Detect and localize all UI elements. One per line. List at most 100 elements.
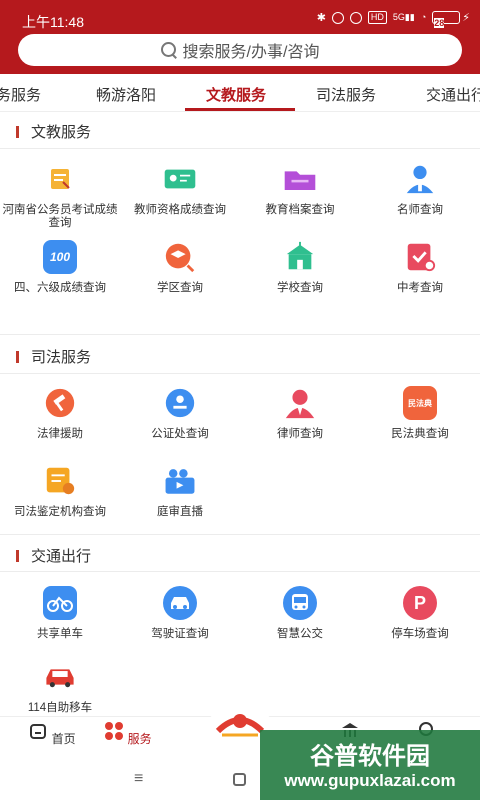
search-bar[interactable]: 搜索服务/办事/咨询 bbox=[18, 34, 462, 66]
service-trial-live[interactable]: 庭审直播 bbox=[120, 464, 240, 519]
service-label: 114自助移车 bbox=[27, 702, 93, 714]
service-label: 中考查询 bbox=[397, 282, 443, 294]
bluetooth-icon: ✱ bbox=[316, 12, 326, 24]
charging-icon: ⚡ bbox=[462, 12, 470, 24]
notary-search-icon bbox=[163, 386, 197, 420]
mute-icon bbox=[331, 11, 344, 24]
nav-label: 服务 bbox=[127, 732, 152, 746]
tab-gov-service[interactable]: 务服务 bbox=[0, 84, 41, 105]
service-label: 河南省公务员考试成绩查询 bbox=[2, 204, 118, 229]
service-label: 学校查询 bbox=[277, 282, 323, 294]
gavel-icon bbox=[43, 386, 77, 420]
section-bar bbox=[16, 350, 19, 363]
civil-code-book-icon: 民法典 bbox=[403, 386, 437, 420]
service-label: 共享单车 bbox=[37, 628, 83, 640]
folder-icon bbox=[283, 162, 317, 196]
tab-tour-luoyang[interactable]: 畅游洛阳 bbox=[96, 84, 156, 105]
service-legal-aid[interactable]: 法律援助 bbox=[0, 386, 120, 441]
service-label: 法律援助 bbox=[37, 428, 83, 440]
home-icon bbox=[30, 724, 47, 739]
battery-level: 28 bbox=[434, 18, 445, 28]
section-title-culture: 文教服务 bbox=[16, 121, 91, 142]
service-label: 智慧公交 bbox=[277, 628, 323, 640]
service-notary[interactable]: 公证处查询 bbox=[120, 386, 240, 441]
teacher-cert-icon bbox=[163, 162, 197, 196]
service-parking[interactable]: P 停车场查询 bbox=[360, 586, 480, 641]
service-label: 四、六级成绩查询 bbox=[14, 282, 106, 294]
teacher-person-icon bbox=[403, 162, 437, 196]
service-label: 公证处查询 bbox=[151, 428, 209, 440]
service-label: 庭审直播 bbox=[157, 506, 203, 518]
service-smart-bus[interactable]: 智慧公交 bbox=[240, 586, 360, 641]
nav-services[interactable]: 服务 bbox=[98, 721, 158, 747]
divider bbox=[0, 148, 480, 149]
service-label: 律师查询 bbox=[277, 428, 323, 440]
divider bbox=[0, 571, 480, 572]
section-title-text: 司法服务 bbox=[31, 349, 92, 366]
exam-check-icon bbox=[403, 240, 437, 274]
service-label: 学区查询 bbox=[157, 282, 203, 294]
watermark: 谷普软件园 www.gupuxlazai.com bbox=[260, 730, 480, 800]
graduation-search-icon bbox=[163, 240, 197, 274]
bicycle-icon bbox=[43, 586, 77, 620]
service-edu-archive[interactable]: 教育档案查询 bbox=[240, 162, 360, 217]
service-shared-bike[interactable]: 共享单车 bbox=[0, 586, 120, 641]
service-exam-score[interactable]: 河南省公务员考试成绩查询 bbox=[0, 162, 120, 230]
service-school[interactable]: 学校查询 bbox=[240, 240, 360, 295]
service-driver-license[interactable]: 驾驶证查询 bbox=[120, 586, 240, 641]
service-school-district[interactable]: 学区查询 bbox=[120, 240, 240, 295]
service-civil-code[interactable]: 民法典 民法典查询 bbox=[360, 386, 480, 441]
divider bbox=[0, 373, 480, 374]
service-tow-car[interactable]: 114自助移车 bbox=[0, 660, 120, 715]
service-cet[interactable]: 100 四、六级成绩查询 bbox=[0, 240, 120, 295]
service-label: 民法典查询 bbox=[391, 428, 449, 440]
parking-icon: P bbox=[403, 586, 437, 620]
menu-icon[interactable]: ≡ bbox=[134, 770, 143, 788]
search-placeholder: 搜索服务/办事/咨询 bbox=[182, 44, 320, 61]
wifi-icon: ◔ bbox=[420, 12, 427, 22]
car-license-icon bbox=[163, 586, 197, 620]
category-tabs: 务服务 畅游洛阳 文教服务 司法服务 交通出行 bbox=[0, 74, 480, 112]
service-lawyer[interactable]: 律师查询 bbox=[240, 386, 360, 441]
service-label: 教育档案查询 bbox=[265, 204, 335, 216]
lawyer-icon bbox=[283, 386, 317, 420]
bus-icon bbox=[283, 586, 317, 620]
service-forensic[interactable]: 司法鉴定机构查询 bbox=[0, 464, 120, 519]
tow-car-icon bbox=[43, 660, 77, 694]
status-bar: 上午11:48 ✱ HD 5G▮▮ ◔ 28 ⚡ bbox=[0, 0, 480, 36]
status-icons: ✱ HD 5G▮▮ ◔ 28 ⚡ bbox=[316, 11, 470, 28]
section-title-text: 文教服务 bbox=[31, 124, 92, 141]
battery-icon: 28 ⚡ bbox=[432, 11, 470, 28]
cet-100-icon: 100 bbox=[43, 240, 77, 274]
civil-code-icon-text: 民法典 bbox=[408, 398, 432, 408]
section-bar bbox=[16, 125, 19, 138]
service-famous-teacher[interactable]: 名师查询 bbox=[360, 162, 480, 217]
tab-traffic[interactable]: 交通出行 bbox=[426, 84, 480, 105]
nav-home[interactable]: 首页 bbox=[22, 721, 82, 747]
forensic-institution-icon bbox=[43, 464, 77, 498]
service-label: 驾驶证查询 bbox=[151, 628, 209, 640]
divider bbox=[0, 534, 480, 535]
alarm-icon bbox=[349, 11, 362, 24]
watermark-title: 谷普软件园 bbox=[310, 743, 430, 770]
hd-icon: HD bbox=[367, 11, 387, 24]
status-time: 上午11:48 bbox=[22, 14, 84, 30]
service-label: 停车场查询 bbox=[391, 628, 449, 640]
school-building-icon bbox=[283, 240, 317, 274]
service-middle-exam[interactable]: 中考查询 bbox=[360, 240, 480, 295]
cet-icon-text: 100 bbox=[49, 250, 71, 264]
service-label: 名师查询 bbox=[397, 204, 443, 216]
section-bar bbox=[16, 549, 19, 562]
section-title-traffic: 交通出行 bbox=[16, 545, 91, 566]
service-teacher-cert[interactable]: 教师资格成绩查询 bbox=[120, 162, 240, 217]
tab-culture-education[interactable]: 文教服务 bbox=[206, 84, 266, 105]
live-video-icon bbox=[163, 464, 197, 498]
signal-icon: 5G▮▮ bbox=[392, 12, 415, 22]
exam-score-icon bbox=[43, 162, 77, 196]
section-title-judicial: 司法服务 bbox=[16, 346, 91, 367]
home-button-icon[interactable] bbox=[233, 773, 246, 786]
tab-judicial[interactable]: 司法服务 bbox=[316, 84, 376, 105]
nav-label: 首页 bbox=[51, 732, 76, 746]
service-label: 教师资格成绩查询 bbox=[134, 204, 226, 216]
divider bbox=[0, 334, 480, 335]
